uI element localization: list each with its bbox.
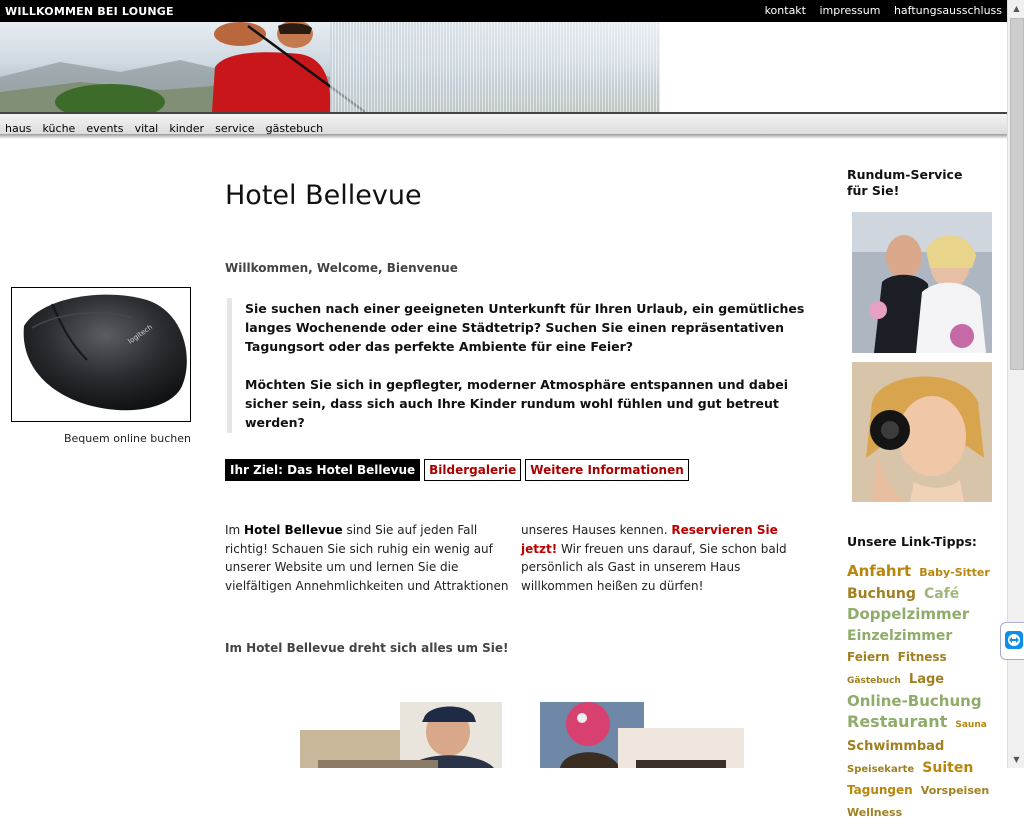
- tag-link[interactable]: Gästebuch: [847, 676, 901, 686]
- scroll-thumb[interactable]: [1010, 18, 1024, 370]
- scroll-down-arrow-icon[interactable]: ▼: [1008, 751, 1024, 768]
- wedding-photo: [852, 212, 992, 353]
- staff-photo-collage: [300, 702, 502, 768]
- link-haftungsausschluss[interactable]: haftungsausschluss: [894, 4, 1002, 17]
- tab-weitere-informationen[interactable]: Weitere Informationen: [525, 459, 689, 481]
- col2-prefix: unseres Hauses kennen.: [521, 523, 672, 537]
- makeup-woman-photo: [852, 362, 992, 502]
- tag-link[interactable]: Speisekarte: [847, 764, 914, 775]
- welcome-heading: Willkommen, Welcome, Bienvenue: [225, 261, 458, 275]
- col2-text: Wir freuen uns darauf, Sie schon bald pe…: [521, 541, 787, 593]
- tab-bildergalerie[interactable]: Bildergalerie: [424, 459, 522, 481]
- leisure-photo-collage: [540, 702, 744, 768]
- link-impressum[interactable]: impressum: [820, 4, 881, 17]
- page-title: Hotel Bellevue: [225, 180, 422, 211]
- section-heading: Im Hotel Bellevue dreht sich alles um Si…: [225, 641, 509, 655]
- computer-mouse-icon: logitech: [23, 294, 187, 411]
- col1-prefix: Im: [225, 523, 245, 537]
- banner-stripes: [330, 22, 660, 112]
- link-kontakt[interactable]: kontakt: [765, 4, 806, 17]
- site-brand: WILLKOMMEN BEI LOUNGE: [5, 5, 174, 18]
- tag-link[interactable]: Feiern: [847, 650, 890, 664]
- tag-cloud: Anfahrt Baby-Sitter Buchung Café Doppelz…: [847, 561, 997, 822]
- tag-link[interactable]: Einzelzimmer: [847, 628, 952, 644]
- teamviewer-icon: [1005, 631, 1023, 649]
- remote-support-tab[interactable]: [1000, 622, 1024, 660]
- tag-link[interactable]: Café: [924, 586, 959, 602]
- tag-link[interactable]: Wellness: [847, 806, 902, 819]
- booking-mouse-image[interactable]: logitech: [11, 287, 191, 422]
- main-nav: haus küche events vital kinder service g…: [0, 112, 1007, 135]
- text-column-right: unseres Hauses kennen. Reservieren Sie j…: [521, 521, 811, 595]
- tag-link[interactable]: Online-Buchung: [847, 692, 982, 710]
- top-links: kontakt impressum haftungsausschluss: [755, 4, 1002, 17]
- service-heading: Rundum-Service für Sie!: [847, 167, 963, 198]
- scroll-up-arrow-icon[interactable]: ▲: [1008, 0, 1024, 17]
- tag-link[interactable]: Sauna: [955, 720, 986, 730]
- tag-link[interactable]: Doppelzimmer: [847, 605, 969, 623]
- tag-link[interactable]: Restaurant: [847, 712, 947, 731]
- link-tips-heading: Unsere Link-Tipps:: [847, 534, 977, 549]
- tab-buttons: Ihr Ziel: Das Hotel Bellevue Bildergaleri…: [225, 459, 693, 481]
- tag-link[interactable]: Buchung: [847, 586, 916, 602]
- tag-link[interactable]: Baby-Sitter: [919, 566, 990, 579]
- online-booking-caption[interactable]: Bequem online buchen: [11, 432, 191, 445]
- tag-link[interactable]: Vorspeisen: [921, 784, 989, 797]
- tag-link[interactable]: Fitness: [898, 650, 947, 664]
- tag-link[interactable]: Schwimmbad: [847, 739, 944, 754]
- tag-link[interactable]: Anfahrt: [847, 562, 911, 580]
- tag-link[interactable]: Lage: [909, 672, 944, 687]
- tag-link[interactable]: Tagungen: [847, 783, 913, 797]
- tab-hotel-bellevue[interactable]: Ihr Ziel: Das Hotel Bellevue: [225, 459, 421, 481]
- header-banner: [0, 22, 1007, 112]
- intro-paragraph-2: Möchten Sie sich in gepflegter, moderner…: [245, 377, 788, 430]
- top-bar: WILLKOMMEN BEI LOUNGE kontakt impressum …: [0, 0, 1007, 22]
- intro-quote: Sie suchen nach einer geeigneten Unterku…: [227, 298, 825, 433]
- text-column-left: Im Hotel Bellevue sind Sie auf jeden Fal…: [225, 521, 515, 595]
- hotel-name-bold: Hotel Bellevue: [244, 523, 343, 537]
- intro-paragraph-1: Sie suchen nach einer geeigneten Unterku…: [245, 301, 805, 354]
- nav-shadow: [0, 134, 1007, 139]
